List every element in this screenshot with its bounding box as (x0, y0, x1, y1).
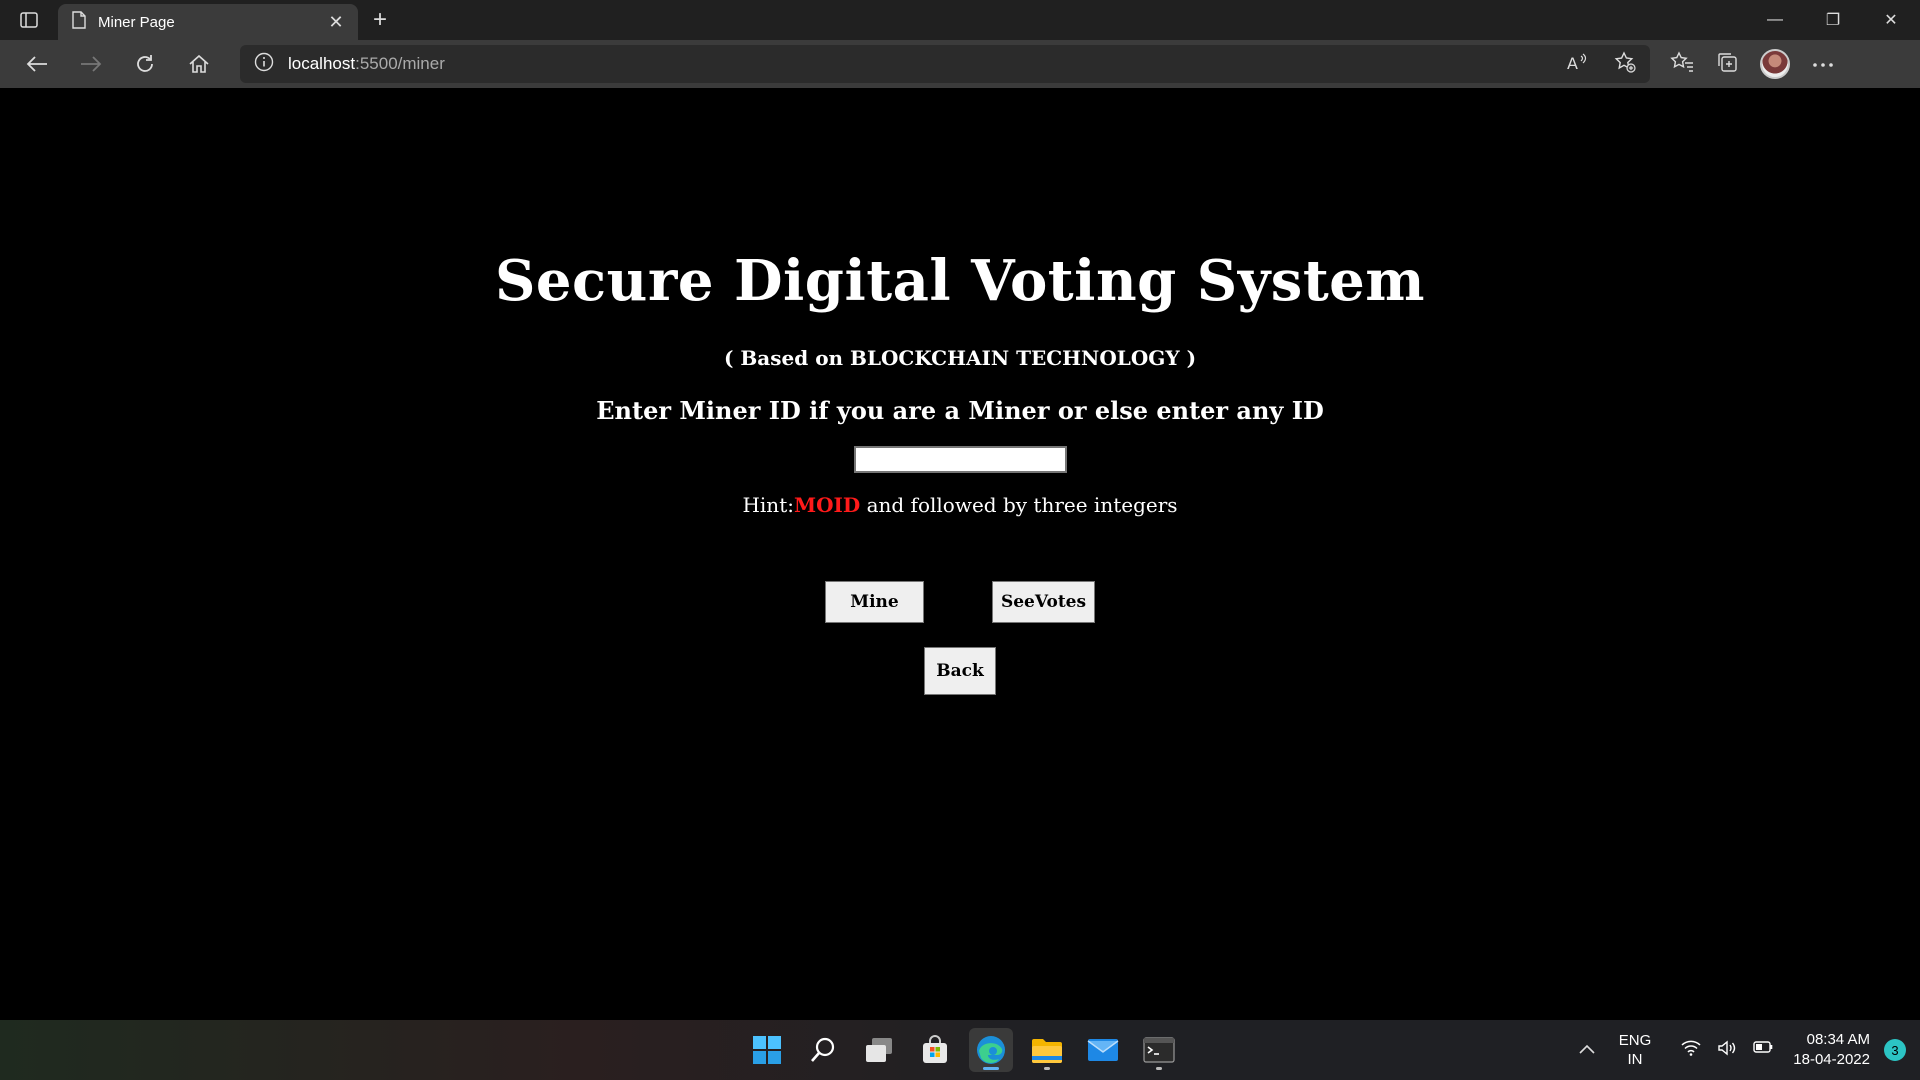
hint-prefix: Hint: (742, 493, 794, 517)
page-content: Secure Digital Voting System ( Based on … (0, 88, 1920, 1020)
miner-id-input[interactable] (854, 446, 1067, 473)
taskbar: ENG IN 08:34 AM 18-04-2022 3 (0, 1020, 1920, 1080)
browser-titlebar: Miner Page ✕ + — ❐ ✕ (0, 0, 1920, 40)
chevron-up-icon[interactable] (1579, 1041, 1595, 1059)
back-button[interactable]: Back (924, 647, 996, 695)
tab-title: Miner Page (98, 13, 175, 31)
running-indicator (1044, 1067, 1050, 1070)
close-window-button[interactable]: ✕ (1862, 0, 1920, 40)
battery-icon[interactable] (1753, 1040, 1773, 1060)
svg-text:A: A (1567, 54, 1578, 72)
more-options-icon[interactable] (1812, 55, 1834, 73)
tab-actions-icon[interactable] (0, 0, 58, 40)
notification-badge[interactable]: 3 (1884, 1039, 1906, 1061)
page-subtitle: ( Based on BLOCKCHAIN TECHNOLOGY ) (723, 346, 1197, 370)
new-tab-button[interactable]: + (358, 0, 402, 40)
running-indicator (1156, 1067, 1162, 1070)
address-bar[interactable]: localhost:5500/miner A (240, 45, 1650, 83)
hint-moid: MOID (793, 493, 861, 517)
language-code: ENG (1618, 1032, 1652, 1049)
add-favorite-icon[interactable] (1614, 50, 1636, 78)
volume-icon[interactable] (1717, 1040, 1737, 1060)
collections-icon[interactable] (1716, 51, 1738, 78)
url-host: localhost (288, 54, 356, 73)
miner-id-prompt: Enter Miner ID if you are a Miner or els… (596, 396, 1324, 425)
mine-button[interactable]: Mine (825, 581, 924, 623)
terminal-icon[interactable] (1137, 1028, 1181, 1072)
read-aloud-icon[interactable]: A (1566, 52, 1588, 77)
see-votes-button[interactable]: SeeVotes (992, 581, 1095, 623)
forward-arrow-icon[interactable] (64, 44, 118, 84)
hint-text: Hint:MOID and followed by three integers (0, 493, 1920, 517)
active-indicator (983, 1067, 999, 1070)
tab-miner-page[interactable]: Miner Page ✕ (58, 4, 358, 40)
clock-time: 08:34 AM (1806, 1031, 1870, 1048)
site-info-icon[interactable] (254, 52, 274, 77)
hint-suffix: and followed by three integers (860, 493, 1178, 517)
start-icon[interactable] (745, 1028, 789, 1072)
favorites-icon[interactable] (1670, 50, 1694, 78)
wifi-icon[interactable] (1681, 1040, 1701, 1060)
restore-button[interactable]: ❐ (1804, 0, 1862, 40)
file-explorer-icon[interactable] (1025, 1028, 1069, 1072)
store-icon[interactable] (913, 1028, 957, 1072)
refresh-icon[interactable] (118, 44, 172, 84)
tab-close-icon[interactable]: ✕ (326, 12, 346, 33)
clock-date: 18-04-2022 (1793, 1051, 1870, 1068)
language-indicator[interactable]: ENG IN (1619, 1031, 1652, 1069)
edge-icon[interactable] (969, 1028, 1013, 1072)
home-icon[interactable] (172, 44, 226, 84)
profile-avatar[interactable] (1760, 49, 1790, 79)
browser-toolbar: localhost:5500/miner A (0, 40, 1920, 88)
mail-icon[interactable] (1081, 1028, 1125, 1072)
url-path: :5500/miner (355, 54, 445, 73)
search-icon[interactable] (801, 1028, 845, 1072)
clock[interactable]: 08:34 AM 18-04-2022 (1793, 1030, 1870, 1070)
page-title: Secure Digital Voting System (494, 248, 1426, 314)
page-icon (72, 11, 86, 33)
region-code: IN (1627, 1051, 1643, 1068)
back-arrow-icon[interactable] (10, 44, 64, 84)
minimize-button[interactable]: — (1746, 0, 1804, 40)
task-view-icon[interactable] (857, 1028, 901, 1072)
